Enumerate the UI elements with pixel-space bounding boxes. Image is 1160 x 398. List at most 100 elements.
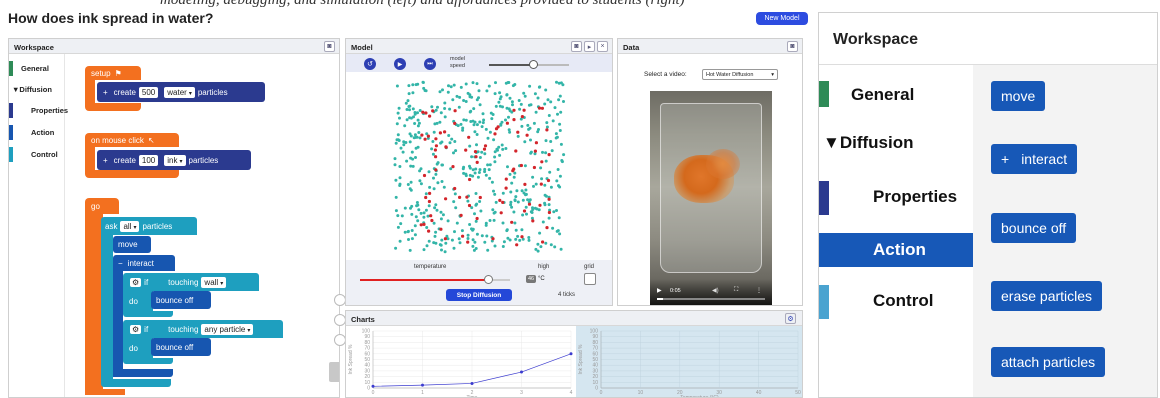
water-particle — [440, 140, 444, 144]
category-control[interactable]: Control — [9, 145, 75, 165]
move-block[interactable]: move — [113, 236, 151, 253]
ink-particle — [545, 128, 549, 132]
interact-foot — [113, 369, 173, 377]
model-screenshot-icon[interactable]: ◙ — [571, 41, 582, 52]
water-particle — [400, 214, 404, 218]
ink-particle — [434, 155, 438, 159]
stop-diffusion-button[interactable]: Stop Diffusion — [446, 289, 512, 301]
video-progress[interactable] — [657, 298, 765, 300]
if-particle-body: do — [123, 338, 153, 358]
water-particle — [506, 81, 510, 84]
water-particle — [466, 233, 470, 237]
water-particle — [493, 155, 497, 159]
water-particle — [468, 173, 472, 177]
water-particle — [439, 111, 443, 115]
ask-block[interactable]: askallparticles — [101, 217, 197, 235]
right-move-block[interactable]: move — [991, 81, 1046, 111]
right-category-diffusion[interactable]: ▼Diffusion — [819, 131, 973, 161]
model-close-icon[interactable]: × — [597, 41, 608, 52]
bounce-off-block-1[interactable]: bounce off — [151, 291, 211, 309]
setup-block[interactable]: setup ⚑ — [85, 66, 141, 80]
ink-particle — [534, 141, 538, 145]
water-particle — [419, 211, 423, 215]
if-wall-block[interactable]: ⚙ if touching wall — [123, 273, 259, 291]
ink-particle — [482, 147, 487, 151]
video-player[interactable]: ▶ 0:05 ◀) ⛶ ⋮ — [650, 91, 772, 305]
water-particle — [473, 240, 477, 244]
ink-particle — [527, 202, 532, 206]
more-icon[interactable]: ⋮ — [756, 287, 762, 294]
grid-checkbox[interactable] — [584, 273, 596, 285]
water-particle — [398, 116, 401, 120]
video-play-icon[interactable]: ▶ — [657, 287, 662, 294]
water-particle — [528, 84, 532, 88]
water-particle — [458, 95, 462, 99]
water-particle — [464, 82, 468, 86]
water-particle — [439, 243, 443, 247]
play-icon[interactable]: ▶ — [394, 58, 406, 70]
trash-icon[interactable] — [329, 362, 339, 382]
water-particle — [484, 223, 488, 227]
simulation-canvas[interactable] — [391, 78, 569, 256]
model-expand-icon[interactable]: ▸ — [584, 41, 595, 52]
screenshot-icon[interactable]: ◙ — [324, 41, 335, 52]
ink-particle — [493, 132, 497, 136]
water-particle — [486, 136, 490, 140]
charts-settings-icon[interactable]: ⚙ — [785, 313, 796, 324]
volume-icon[interactable]: ◀) — [712, 287, 719, 294]
ink-particle — [453, 121, 457, 125]
ink-particle — [546, 178, 551, 183]
ink-particle — [434, 168, 438, 172]
water-particle — [393, 157, 397, 161]
water-particle — [424, 89, 428, 93]
water-particle — [396, 111, 400, 115]
ink-particle — [538, 203, 542, 207]
water-particle — [403, 124, 407, 128]
water-particle — [468, 164, 471, 168]
data-point — [470, 381, 474, 385]
water-particle — [410, 237, 414, 241]
speed-slider[interactable] — [489, 60, 569, 69]
right-attach-particles-block[interactable]: attach particles — [991, 347, 1106, 377]
water-particle — [478, 120, 482, 124]
category-diffusion[interactable]: ▼Diffusion — [9, 80, 75, 100]
water-particle — [417, 131, 421, 134]
right-category-properties[interactable]: Properties — [819, 181, 973, 215]
bounce-off-block-2[interactable]: bounce off — [151, 338, 211, 356]
right-erase-particles-block[interactable]: erase particles — [991, 281, 1103, 311]
water-particle — [421, 81, 425, 84]
video-select[interactable]: Hot Water Diffusion ▾ — [702, 69, 778, 80]
water-particle — [544, 159, 548, 163]
step-icon[interactable]: ⏭ — [424, 58, 436, 70]
water-particle — [407, 84, 411, 88]
fullscreen-icon[interactable]: ⛶ — [734, 287, 738, 294]
category-action[interactable]: Action — [9, 123, 75, 143]
if-particle-block[interactable]: ⚙ if touching any particle — [123, 320, 283, 338]
ink-particle — [422, 173, 427, 178]
create-water-block[interactable]: +create500waterparticles — [97, 82, 265, 102]
ink-particle — [433, 148, 437, 152]
right-category-control[interactable]: Control — [819, 285, 973, 319]
category-general[interactable]: General — [9, 59, 75, 79]
right-category-general[interactable]: General — [819, 77, 973, 111]
on-mouse-click-block[interactable]: on mouse click ↖ — [85, 133, 179, 147]
go-block[interactable]: go — [85, 198, 119, 214]
interact-block[interactable]: − interact — [113, 255, 175, 271]
water-particle — [398, 165, 402, 168]
water-particle — [562, 153, 566, 157]
right-bounce-off-block[interactable]: bounce off — [991, 213, 1077, 243]
reset-icon[interactable]: ↺ — [364, 58, 376, 70]
water-particle — [550, 149, 554, 153]
create-ink-block[interactable]: +create100inkparticles — [97, 150, 251, 170]
data-screenshot-icon[interactable]: ◙ — [787, 41, 798, 52]
right-interact-block[interactable]: + interact — [991, 144, 1078, 174]
new-model-button[interactable]: New Model — [756, 12, 808, 25]
ink-particle — [523, 182, 527, 186]
temperature-slider[interactable] — [360, 275, 510, 284]
ink-particle — [443, 130, 447, 134]
water-particle — [412, 115, 415, 119]
right-category-action[interactable]: Action — [819, 233, 973, 267]
category-properties[interactable]: Properties — [9, 101, 75, 121]
water-particle — [554, 136, 558, 140]
water-particle — [537, 85, 541, 89]
